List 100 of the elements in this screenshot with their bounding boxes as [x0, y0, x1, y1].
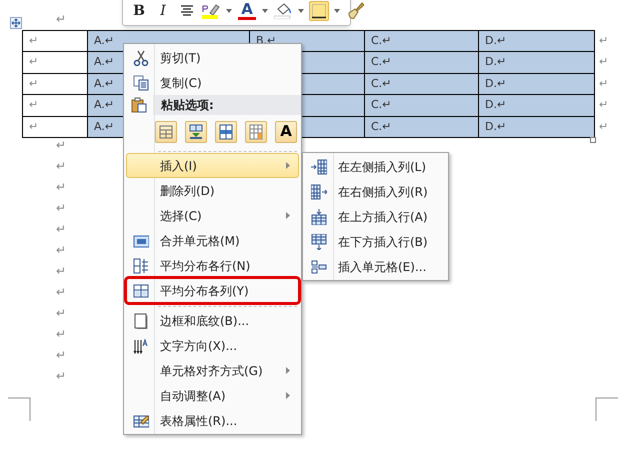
paste-table-icon: [157, 122, 175, 140]
paragraph-mark: ↵: [56, 305, 66, 322]
submenu-arrow-icon: [286, 367, 290, 374]
table-cell: ↵: [23, 74, 88, 96]
table-cell: C.↵: [365, 52, 479, 74]
caret-icon: [334, 9, 340, 13]
paste-table-icon: [217, 122, 235, 140]
table-properties-icon: [132, 412, 148, 428]
table-cell: ↵: [23, 116, 88, 138]
table-cell: D.↵: [479, 95, 595, 117]
paragraph-mark: ↵: [56, 221, 66, 238]
menu-item[interactable]: 在上方插入行(A): [305, 204, 446, 229]
text-direction-icon: [132, 338, 148, 354]
corner-mark-icon: [594, 397, 618, 421]
menu-item-label: 平均分布各行(N): [160, 258, 252, 274]
distribute-rows-icon: [132, 258, 148, 274]
clipboard-icon: [130, 97, 146, 113]
paintbrush-icon: [346, 2, 364, 20]
paragraph-mark: ↵: [56, 179, 66, 196]
font-color-letter: A: [241, 2, 253, 17]
table-cell: D.↵: [479, 74, 595, 96]
submenu-arrow-icon: [286, 212, 290, 219]
paragraph-mark: ↵: [56, 11, 66, 28]
paste-option-button[interactable]: [215, 120, 237, 142]
move-handle-icon: [10, 17, 22, 29]
color-bar: [238, 17, 256, 20]
menu-item[interactable]: 表格属性(R)...: [126, 408, 299, 433]
borders-button[interactable]: [309, 1, 329, 21]
menu-item-label: 插入(I): [160, 158, 198, 174]
borders-icon: [311, 3, 327, 19]
table-cell: D.↵: [479, 116, 595, 138]
caret-icon: [262, 9, 268, 13]
caret-icon: [298, 9, 304, 13]
menu-item[interactable]: 平均分布各列(Y): [126, 278, 299, 303]
menu-item-label: 平均分布各列(Y): [160, 282, 250, 300]
page-icon: [132, 312, 148, 328]
paragraph-mark: ↵: [56, 368, 66, 385]
table-cell: ↵: [23, 52, 88, 74]
shading-button[interactable]: [273, 1, 293, 21]
insert-row-below-icon: [310, 234, 326, 250]
table-cell: ↵: [23, 95, 88, 117]
paragraph-mark: ↵: [599, 76, 608, 92]
menu-item-label: 复制(C): [160, 74, 203, 92]
table-cell: ↵: [23, 31, 88, 52]
menu-item[interactable]: 平均分布各行(N): [126, 253, 299, 278]
paragraph-mark: ↵: [56, 242, 66, 259]
highlighter-icon: [202, 3, 220, 19]
corner-mark-icon: [8, 397, 32, 421]
align-center-icon: [180, 5, 194, 17]
menu-item-label: 在右侧插入列(R): [338, 184, 428, 200]
menu-item[interactable]: 在下方插入行(B): [305, 229, 446, 254]
paste-option-button[interactable]: [245, 120, 267, 142]
menu-item-label: 删除列(D): [160, 182, 216, 200]
insert-column-left-icon: [310, 158, 326, 174]
menu-item-label: 在上方插入行(A): [338, 208, 428, 226]
bold-button[interactable]: B: [129, 1, 149, 21]
paragraph-mark: ↵: [56, 347, 66, 364]
paste-option-button[interactable]: A: [275, 120, 297, 142]
insert-row-above-icon: [310, 208, 326, 224]
menu-item[interactable]: 边框和底纹(B)...: [126, 308, 299, 333]
section-header: 粘贴选项:: [153, 95, 301, 115]
italic-button[interactable]: I: [153, 1, 173, 21]
menu-item-label: 剪切(T): [160, 50, 202, 66]
paragraph-mark: ↵: [599, 118, 608, 135]
paste-option-button[interactable]: [185, 120, 207, 142]
menu-item[interactable]: 单元格对齐方式(G): [126, 358, 299, 383]
menu-item-label: 表格属性(R)...: [160, 412, 238, 430]
menu-item[interactable]: 文字方向(X)...: [126, 333, 299, 358]
menu-item[interactable]: 插入(I): [126, 153, 299, 178]
menu-item-label: 在左侧插入列(L): [338, 158, 426, 176]
copy-icon: [132, 74, 148, 90]
submenu-arrow-icon: [286, 392, 290, 399]
paragraph-mark: ↵: [56, 200, 66, 217]
paragraph-mark: ↵: [56, 137, 66, 154]
menu-item-label: 选择(C): [160, 208, 203, 224]
merge-cells-icon: [132, 232, 148, 248]
menu-item-label: 边框和底纹(B)...: [160, 312, 250, 330]
menu-item[interactable]: 自动调整(A): [126, 383, 299, 408]
paint-bucket-icon: [274, 3, 292, 19]
menu-item[interactable]: 选择(C): [126, 203, 299, 228]
paste-table-icon: [187, 122, 205, 140]
submenu-arrow-icon: [286, 162, 290, 169]
paragraph-mark: ↵: [56, 158, 66, 175]
paragraph-mark: ↵: [56, 284, 66, 301]
paste-option-button[interactable]: [155, 120, 177, 142]
insert-cells-icon: [310, 258, 326, 274]
paragraph-mark: ↵: [56, 326, 66, 343]
menu-item[interactable]: 删除列(D): [126, 178, 299, 203]
menu-item-label: 合并单元格(M): [160, 232, 241, 250]
table-cell: C.↵: [365, 95, 479, 117]
scissors-icon: [132, 50, 148, 66]
resize-handle[interactable]: [590, 137, 596, 143]
distribute-columns-icon: [132, 282, 148, 298]
menu-item-label: 自动调整(A): [160, 388, 227, 404]
menu-item[interactable]: 在左侧插入列(L): [305, 154, 446, 179]
menu-item[interactable]: 合并单元格(M): [126, 228, 299, 253]
caret-icon: [226, 9, 232, 13]
insert-column-right-icon: [310, 184, 326, 200]
menu-item[interactable]: 在右侧插入列(R): [305, 179, 446, 204]
menu-item[interactable]: 插入单元格(E)...: [305, 254, 446, 279]
